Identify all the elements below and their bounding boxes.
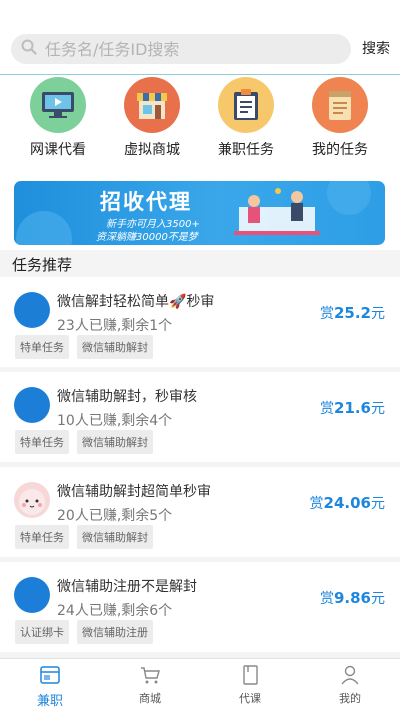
search-box[interactable]	[11, 34, 351, 64]
category-label: 我的任务	[312, 142, 368, 158]
book-icon	[239, 665, 261, 689]
task-reward: 赏24.06元	[309, 494, 385, 512]
task-title: 微信辅助解封超简单秒审	[57, 484, 211, 500]
category-virtual-store[interactable]: 虚拟商城	[105, 75, 199, 180]
task-tags: 特单任务 微信辅助解封	[15, 430, 153, 454]
task-tag: 微信辅助解封	[77, 430, 153, 454]
task-meta: 20人已赚,剩余5个	[57, 508, 173, 524]
task-tag: 特单任务	[15, 430, 69, 454]
task-meta: 24人已赚,剩余6个	[57, 603, 173, 619]
task-tags: 认证绑卡 微信辅助注册	[15, 620, 153, 644]
task-title: 微信辅助解封，秒审核	[57, 389, 197, 405]
search-icon	[21, 39, 37, 59]
search-button[interactable]: 搜索	[362, 38, 390, 58]
nav-item-part-time[interactable]: 兼职	[0, 659, 100, 711]
banner-section: 招收代理 新手亦可月入3500+ 资深躺赚30000不是梦	[0, 172, 400, 250]
task-reward: 赏21.6元	[319, 399, 385, 417]
monitor-icon	[30, 77, 86, 133]
task-tag: 特单任务	[15, 525, 69, 549]
task-tag: 特单任务	[15, 335, 69, 359]
banner-subtitle: 资深躺赚30000不是梦	[96, 232, 198, 243]
avatar	[14, 577, 50, 613]
category-online-course[interactable]: 网课代看	[11, 75, 105, 180]
task-tag: 微信辅助解封	[77, 335, 153, 359]
avatar	[14, 387, 50, 423]
card-icon	[39, 665, 61, 689]
avatar	[14, 292, 50, 328]
nav-item-store[interactable]: 商城	[100, 659, 200, 711]
task-card[interactable]: 微信辅助注册不是解封 24人已赚,剩余6个 赏9.86元 认证绑卡 微信辅助注册	[0, 562, 400, 652]
task-title: 微信辅助注册不是解封	[57, 579, 197, 595]
nav-label: 商城	[139, 692, 161, 705]
category-part-time-tasks[interactable]: 兼职任务	[199, 75, 293, 180]
section-title: 任务推荐	[12, 256, 73, 274]
banner-title: 招收代理	[100, 190, 192, 214]
category-label: 兼职任务	[218, 142, 274, 158]
category-my-tasks[interactable]: 我的任务	[293, 75, 387, 180]
task-card[interactable]: 微信辅助解封，秒审核 10人已赚,剩余4个 赏21.6元 特单任务 微信辅助解封	[0, 372, 400, 462]
category-label: 虚拟商城	[124, 142, 180, 158]
task-tags: 特单任务 微信辅助解封	[15, 335, 153, 359]
store-icon	[124, 77, 180, 133]
task-card[interactable]: 微信解封轻松简单🚀秒审 23人已赚,剩余1个 赏25.2元 特单任务 微信辅助解…	[0, 277, 400, 367]
category-label: 网课代看	[30, 142, 86, 158]
nav-label: 我的	[339, 692, 361, 705]
avatar	[14, 482, 50, 518]
task-meta: 10人已赚,剩余4个	[57, 413, 173, 429]
user-icon	[339, 665, 361, 689]
bottom-nav: 兼职 商城 代课 我的	[0, 658, 400, 711]
notepad-icon	[312, 77, 368, 133]
nav-label: 代课	[239, 692, 261, 705]
search-input[interactable]	[45, 39, 325, 59]
task-reward: 赏25.2元	[319, 304, 385, 322]
nav-label: 兼职	[36, 694, 63, 709]
task-reward: 赏9.86元	[319, 589, 385, 607]
clipboard-icon	[218, 77, 274, 133]
task-meta: 23人已赚,剩余1个	[57, 318, 173, 334]
task-tag: 微信辅助注册	[77, 620, 153, 644]
banner-illustration	[16, 181, 371, 245]
nav-item-mine[interactable]: 我的	[300, 659, 400, 711]
task-title: 微信解封轻松简单🚀秒审	[57, 294, 215, 310]
task-card[interactable]: 微信辅助解封超简单秒审 20人已赚,剩余5个 赏24.06元 特单任务 微信辅助…	[0, 467, 400, 557]
cart-icon	[139, 665, 161, 689]
agent-recruit-banner[interactable]: 招收代理 新手亦可月入3500+ 资深躺赚30000不是梦	[14, 181, 385, 245]
task-tag: 认证绑卡	[15, 620, 69, 644]
category-grid: 网课代看 虚拟商城 兼职任务 我的任务	[0, 75, 400, 180]
task-tag: 微信辅助解封	[77, 525, 153, 549]
search-bar: 搜索	[0, 0, 400, 75]
task-tags: 特单任务 微信辅助解封	[15, 525, 153, 549]
nav-item-course[interactable]: 代课	[200, 659, 300, 711]
